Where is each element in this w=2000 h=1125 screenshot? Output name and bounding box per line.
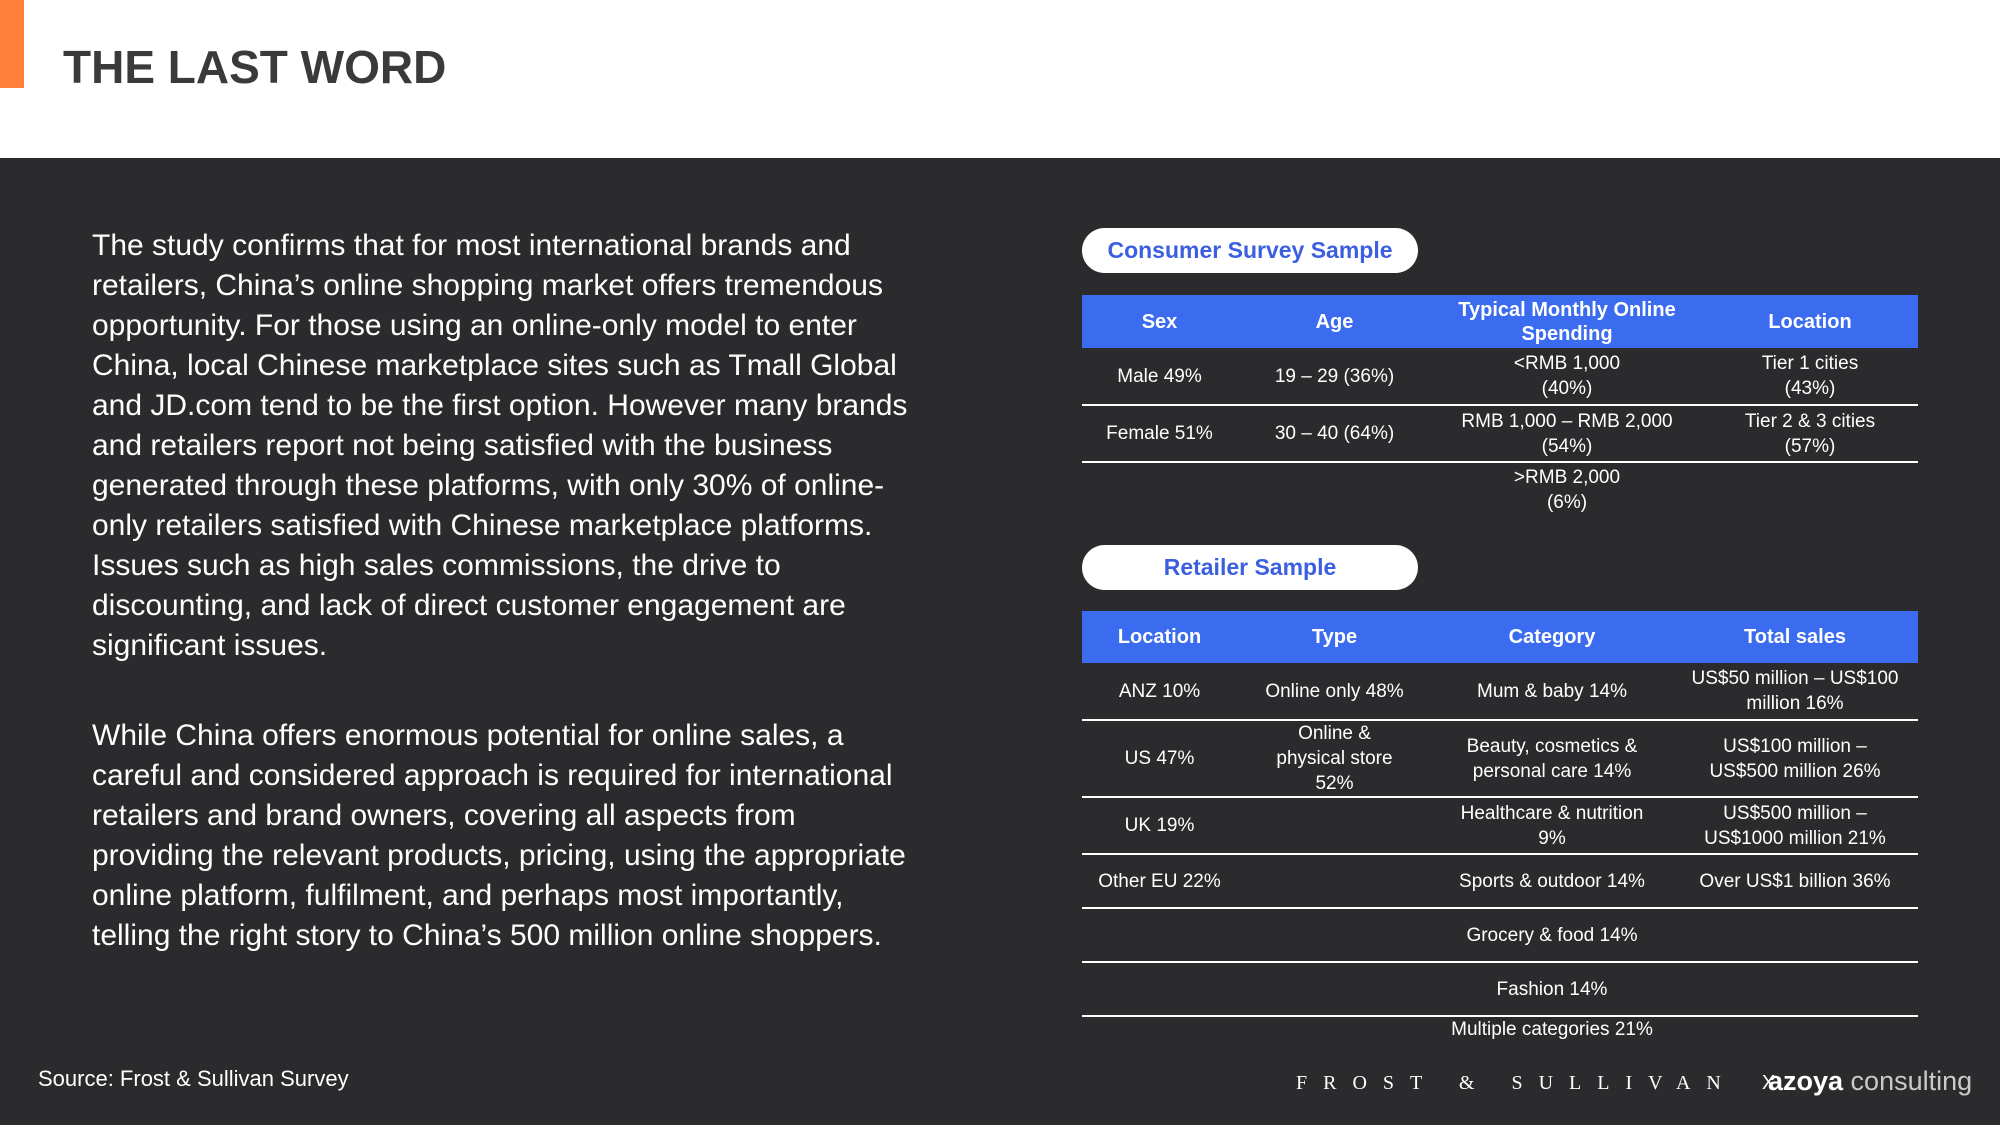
table-cell	[1082, 908, 1237, 963]
page-title: THE LAST WORD	[63, 41, 447, 93]
table-row: Grocery & food 14%	[1082, 908, 1918, 963]
consumer-survey-table: Sex Age Typical Monthly Online Spending …	[1082, 295, 1918, 516]
table-cell: Female 51%	[1082, 405, 1237, 463]
table-row: Other EU 22% Sports & outdoor 14% Over U…	[1082, 854, 1918, 909]
retailer-sample-title: Retailer Sample	[1082, 545, 1418, 590]
retailer-sample-table: Location Type Category Total sales ANZ 1…	[1082, 611, 1918, 1043]
table-cell: 19 – 29 (36%)	[1237, 348, 1432, 406]
table-cell: Other EU 22%	[1082, 854, 1237, 909]
table-cell: Fashion 14%	[1432, 962, 1672, 1017]
frost-sullivan-logo: FROST & SULLIVAN X	[1296, 1072, 1775, 1095]
table-cell: UK 19%	[1082, 797, 1237, 855]
table-header-row: Location Type Category Total sales	[1082, 611, 1918, 663]
table-cell	[1672, 1016, 1918, 1043]
table-cell	[1082, 1016, 1237, 1043]
table-cell: Online only 48%	[1237, 663, 1432, 721]
table-cell: Online & physical store 52%	[1237, 720, 1432, 798]
table-row: Multiple categories 21%	[1082, 1016, 1918, 1043]
table-cell: Tier 1 cities (43%)	[1702, 348, 1918, 406]
table-row: ANZ 10% Online only 48% Mum & baby 14% U…	[1082, 663, 1918, 721]
table-cell: >RMB 2,000 (6%)	[1513, 466, 1621, 513]
table-cell: RMB 1,000 – RMB 2,000 (54%)	[1432, 405, 1702, 463]
table-row: Female 51% 30 – 40 (64%) RMB 1,000 – RMB…	[1082, 405, 1918, 463]
table-header-row: Sex Age Typical Monthly Online Spending …	[1082, 295, 1918, 348]
table-cell: Male 49%	[1082, 348, 1237, 406]
table-row: >RMB 2,000 (6%)	[1082, 462, 1918, 516]
table-cell: 30 – 40 (64%)	[1237, 405, 1432, 463]
table-cell: ANZ 10%	[1082, 663, 1237, 721]
table-cell: US$50 million – US$100 million 16%	[1672, 663, 1918, 721]
frost-sullivan-logo-text: FROST & SULLIVAN	[1296, 1072, 1737, 1094]
table-cell: Beauty, cosmetics & personal care 14%	[1432, 720, 1672, 798]
table-cell: Tier 2 & 3 cities (57%)	[1702, 405, 1918, 463]
table-cell	[1237, 462, 1432, 516]
column-header: Category	[1432, 611, 1672, 663]
azoya-logo-bold: azoya	[1768, 1066, 1844, 1096]
azoya-logo-light: consulting	[1843, 1066, 1973, 1096]
accent-bar	[0, 0, 24, 88]
table-row: US 47% Online & physical store 52% Beaut…	[1082, 720, 1918, 798]
table-cell: Sports & outdoor 14%	[1432, 854, 1672, 909]
table-cell: Over US$1 billion 36%	[1672, 854, 1918, 909]
column-header: Typical Monthly Online Spending	[1432, 295, 1702, 348]
source-note: Source: Frost & Sullivan Survey	[38, 1066, 349, 1091]
azoya-consulting-logo: azoya consulting	[1768, 1066, 1972, 1097]
table-cell	[1082, 462, 1237, 516]
column-header: Location	[1082, 611, 1237, 663]
table-cell: US$100 million – US$500 million 26%	[1672, 720, 1918, 798]
table-cell: Healthcare & nutrition 9%	[1432, 797, 1672, 855]
column-header: Location	[1702, 295, 1918, 348]
table-cell	[1702, 462, 1918, 516]
body-paragraph-1: The study confirms that for most interna…	[92, 229, 908, 662]
table-cell	[1672, 962, 1918, 1017]
column-header: Type	[1237, 611, 1432, 663]
column-header: Total sales	[1672, 611, 1918, 663]
table-cell	[1237, 797, 1432, 855]
table-row: Male 49% 19 – 29 (36%) <RMB 1,000 (40%) …	[1082, 348, 1918, 406]
table-row: Fashion 14%	[1082, 962, 1918, 1017]
table-cell	[1672, 908, 1918, 963]
body-paragraph-2: While China offers enormous potential fo…	[92, 719, 906, 952]
column-header: Age	[1237, 295, 1432, 348]
header: THE LAST WORD	[0, 0, 2000, 158]
consumer-survey-title: Consumer Survey Sample	[1082, 228, 1418, 273]
table-cell: <RMB 1,000 (40%)	[1432, 348, 1702, 406]
table-cell	[1237, 854, 1432, 909]
table-cell	[1237, 908, 1432, 963]
table-row: UK 19% Healthcare & nutrition 9% US$500 …	[1082, 797, 1918, 855]
column-header: Sex	[1082, 295, 1237, 348]
table-cell: US 47%	[1082, 720, 1237, 798]
table-cell: US$500 million – US$1000 million 21%	[1672, 797, 1918, 855]
table-cell: Multiple categories 21%	[1451, 1019, 1653, 1040]
table-cell: Grocery & food 14%	[1432, 908, 1672, 963]
table-cell	[1082, 962, 1237, 1017]
table-cell: Mum & baby 14%	[1432, 663, 1672, 721]
table-cell	[1237, 1016, 1432, 1043]
table-cell	[1237, 962, 1432, 1017]
